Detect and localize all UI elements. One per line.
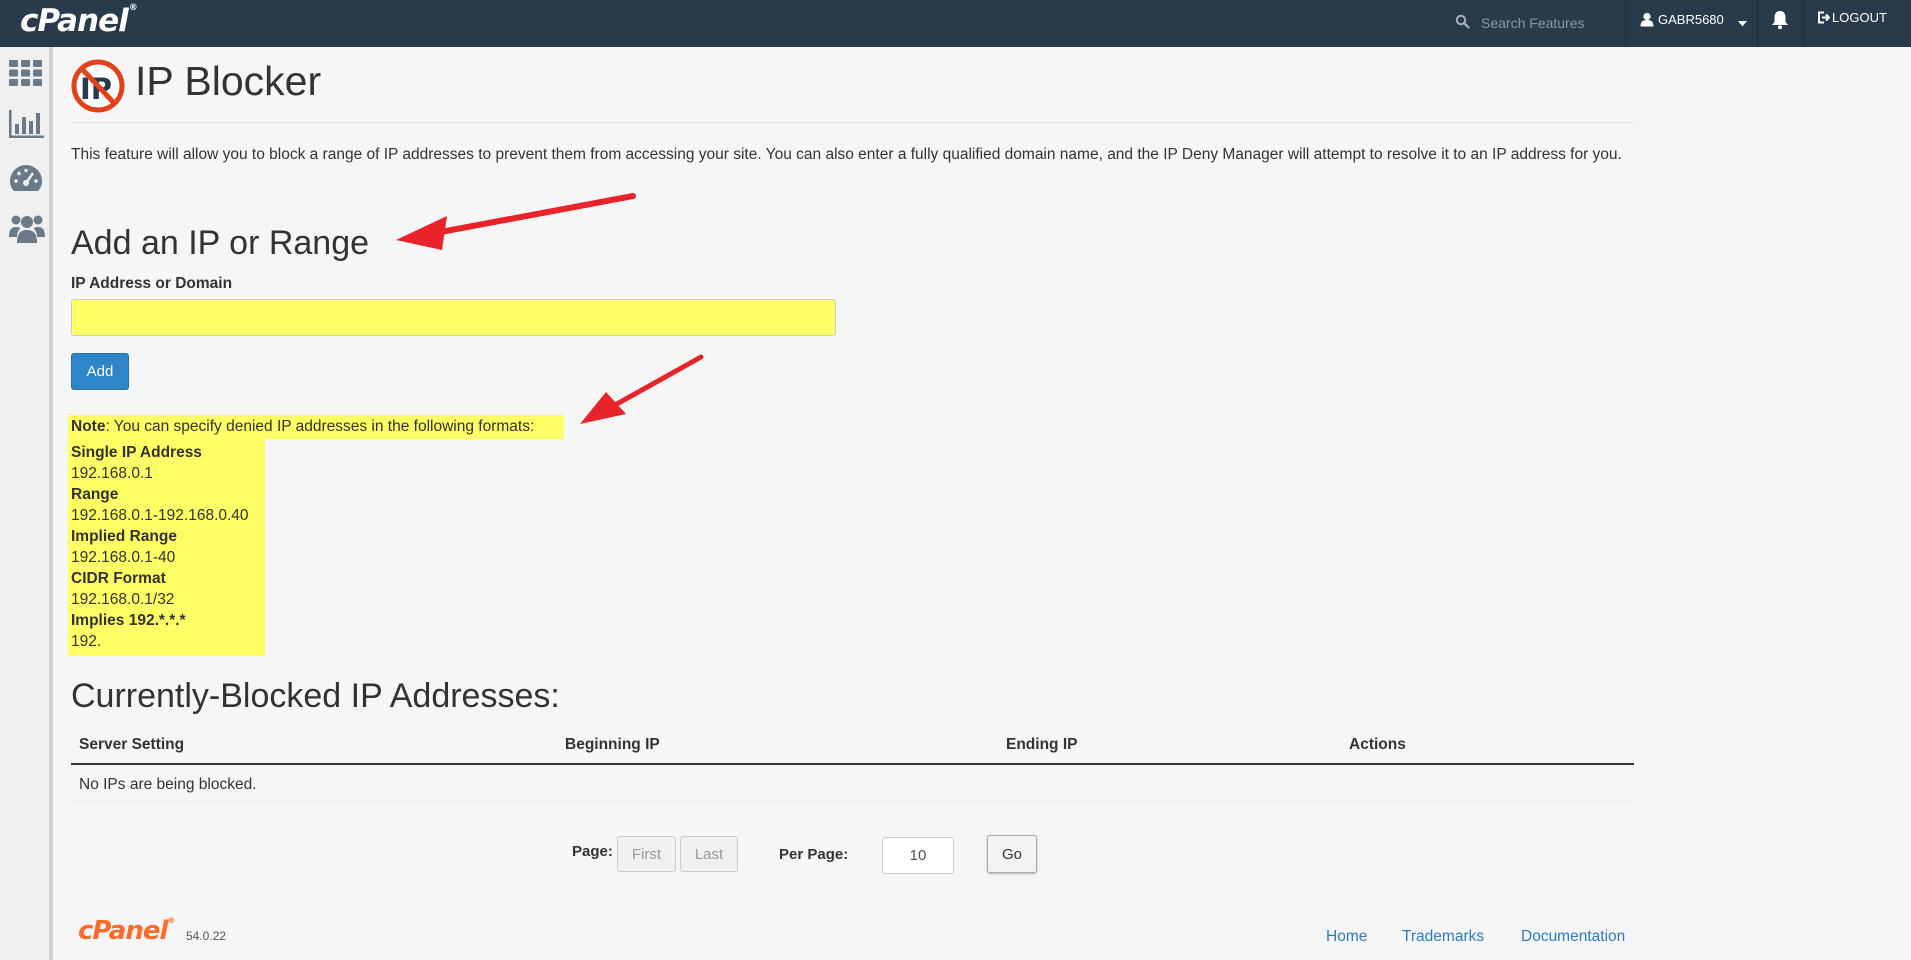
navbar-divider (1757, 0, 1758, 47)
search-input[interactable] (1481, 8, 1615, 38)
logout-label: LOGOUT (1832, 10, 1887, 25)
format-example: 192.168.0.1/32 (71, 591, 175, 608)
add-button[interactable]: Add (71, 353, 129, 390)
ip-blocker-logo-icon: IP (71, 58, 125, 119)
format-example: 192.168.0.1-192.168.0.40 (71, 507, 249, 524)
footer-link-trademarks[interactable]: Trademarks (1402, 928, 1484, 946)
search-icon (1455, 14, 1470, 34)
per-page-input[interactable] (882, 837, 954, 874)
ip-field-label: IP Address or Domain (71, 275, 233, 292)
column-header-actions: Actions (1349, 736, 1406, 753)
blocked-ips-heading: Currently-Blocked IP Addresses: (71, 677, 560, 715)
format-name: Range (71, 486, 119, 503)
column-header-ending-ip[interactable]: Ending IP (1006, 736, 1077, 754)
users-icon[interactable] (9, 213, 45, 248)
cpanel-logo-text: cPanel (20, 3, 129, 39)
ip-address-input[interactable] (71, 299, 836, 336)
search-features[interactable] (1437, 0, 1624, 47)
username-label: GABR5680 (1658, 12, 1724, 27)
format-name: Implies 192.*.*.* (71, 612, 186, 629)
title-divider (71, 122, 1634, 123)
add-ip-heading: Add an IP or Range (71, 224, 370, 262)
svg-text:IP: IP (80, 72, 112, 106)
page-label: Page: (572, 843, 613, 860)
footer-link-home[interactable]: Home (1326, 928, 1367, 946)
user-menu[interactable]: GABR5680 (1625, 0, 1757, 47)
bar-chart-icon[interactable] (9, 110, 44, 143)
annotation-arrow (396, 193, 636, 250)
dashboard-gauge-icon[interactable] (9, 164, 43, 197)
format-name: Single IP Address (71, 444, 202, 461)
table-row: No IPs are being blocked. (71, 765, 1634, 802)
user-icon (1640, 12, 1654, 30)
format-name: CIDR Format (71, 570, 166, 587)
format-example: 192.168.0.1 (71, 465, 153, 482)
grid-icon[interactable] (9, 60, 42, 91)
footer-cpanel-logo: cPanel® (78, 916, 175, 946)
per-page-label: Per Page: (779, 846, 849, 863)
footer-logo-text: cPanel (78, 916, 168, 946)
chevron-down-icon (1738, 15, 1747, 30)
footer-link-documentation[interactable]: Documentation (1521, 928, 1625, 946)
note-text: : You can specify denied IP addresses in… (105, 418, 535, 435)
format-list: Single IP Address 192.168.0.1 Range 192.… (68, 439, 265, 656)
first-page-button[interactable]: First (617, 836, 676, 872)
bell-icon[interactable] (1771, 10, 1789, 35)
sidebar (0, 47, 53, 960)
format-note: Note: You can specify denied IP addresse… (68, 415, 564, 439)
column-header-beginning-ip[interactable]: Beginning IP (565, 736, 660, 754)
format-example: 192. (71, 633, 102, 650)
format-example: 192.168.0.1-40 (71, 549, 176, 566)
column-header-server-setting[interactable]: Server Setting (79, 736, 184, 754)
cpanel-logo[interactable]: cPanel® (20, 3, 138, 39)
go-button[interactable]: Go (987, 835, 1037, 873)
page-title: IP Blocker (135, 58, 322, 104)
logout-icon (1817, 11, 1831, 27)
format-name: Implied Range (71, 528, 177, 545)
annotation-arrow (580, 354, 704, 424)
page-description: This feature will allow you to block a r… (71, 146, 1622, 163)
navbar-divider (1803, 0, 1804, 47)
table-header: Server Setting Beginning IP Ending IP Ac… (71, 732, 1634, 765)
last-page-button[interactable]: Last (680, 836, 738, 872)
version-label: 54.0.22 (186, 929, 227, 943)
empty-table-message: No IPs are being blocked. (79, 776, 257, 793)
top-navbar: cPanel® GABR5680 LOGOUT (0, 0, 1911, 47)
note-label: Note (71, 418, 106, 435)
annotation-arrows (396, 193, 704, 424)
